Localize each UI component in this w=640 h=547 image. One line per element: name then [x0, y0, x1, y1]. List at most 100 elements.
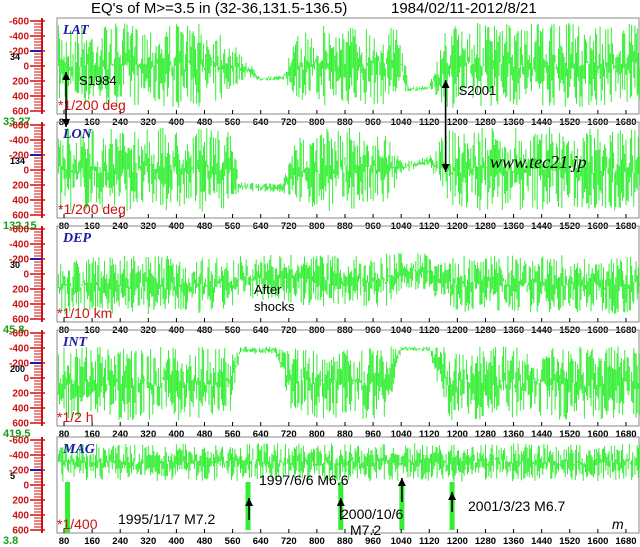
x-tick-label: 1120 — [419, 536, 440, 547]
event-label-2000-mag: M7.2 — [350, 522, 381, 538]
panel-label: MAG — [62, 442, 95, 457]
y-tick-label: -400 — [9, 32, 29, 43]
x-tick-label: 640 — [253, 536, 269, 547]
panel-mag: -600-400-2000200400600580 160 240 320 400 480… — [3, 436, 640, 547]
event-arrow-3-head-up — [448, 492, 457, 500]
y-tick-label: 200 — [12, 496, 29, 507]
scale-label: *1/10 km — [57, 305, 112, 321]
panel-label: DEP — [62, 231, 91, 246]
x-tick-label: 560 — [225, 536, 241, 547]
y-tick-label: 400 — [12, 300, 29, 311]
series-line-dep — [57, 252, 640, 315]
panel-dep: -600-400-20002004006003080 160 240 320 400 48… — [3, 225, 640, 336]
x-tick-label: 1680 — [615, 536, 636, 547]
event-label-2001: 2001/3/23 M6.7 — [468, 498, 566, 514]
x-tick-label: 1520 — [559, 536, 580, 547]
x-axis-ticks: 8016024032040048056064072080088096010401… — [59, 529, 637, 547]
y-tick-label: 0 — [23, 166, 29, 177]
x-tick-label: 880 — [337, 429, 353, 440]
event-arrow-2 — [397, 478, 406, 502]
panels: -600-400-2000200400600348016024032040048… — [3, 17, 640, 547]
reference-value: 134 — [10, 156, 25, 166]
x-axis-ticks: 8016024032040048056064072080088096010401… — [59, 318, 637, 336]
x-tick-label: 1600 — [587, 429, 608, 440]
x-tick-label: 320 — [140, 429, 156, 440]
series-line-lat — [57, 23, 640, 108]
reference-value: 34 — [10, 52, 20, 62]
x-tick-label: 400 — [168, 536, 184, 547]
x-axis-ticks: 8016024032040048056064072080088096010401… — [59, 214, 637, 232]
event-label-1997: 1997/6/6 M6.6 — [259, 472, 349, 488]
y-tick-label: 400 — [12, 196, 29, 207]
panel-label: LAT — [62, 23, 90, 38]
y-tick-label: -400 — [9, 451, 29, 462]
y-tick-label: 0 — [23, 374, 29, 385]
x-tick-label: 720 — [281, 536, 297, 547]
s1984-label: S1984 — [79, 73, 117, 88]
aftershocks-label-2: shocks — [254, 299, 295, 314]
x-tick-label: 160 — [84, 536, 100, 547]
y-tick-label: 200 — [12, 77, 29, 88]
event-arrow-3 — [448, 492, 457, 512]
x-tick-label: 80 — [59, 536, 70, 547]
x-tick-label: 1200 — [447, 429, 468, 440]
y-tick-label: 200 — [12, 285, 29, 296]
s2001-label: S2001 — [459, 83, 497, 98]
date-range: 1984/02/11-2012/8/21 — [391, 0, 537, 17]
x-tick-label: 480 — [197, 536, 213, 547]
x-tick-label: 720 — [281, 429, 297, 440]
x-tick-label: 400 — [168, 429, 184, 440]
x-tick-label: 1280 — [475, 536, 496, 547]
x-tick-label: 480 — [197, 429, 213, 440]
x-axis-ticks: 8016024032040048056064072080088096010401… — [59, 110, 637, 128]
panel-label: LON — [62, 127, 93, 142]
y-tick-label: 200 — [12, 389, 29, 400]
panel-lon: -600-400-200020040060013480 160 240 320 400 4… — [3, 121, 640, 232]
x-tick-label: 1680 — [615, 429, 636, 440]
x-tick-label: 800 — [309, 429, 325, 440]
scale-label: *1/400 — [57, 516, 98, 532]
series-line-int — [57, 346, 640, 420]
earthquake-timeseries-figure: EQ's of M>=3.5 in (32-36,131.5-136.5) 19… — [3, 0, 640, 547]
x-tick-label: 1520 — [559, 429, 580, 440]
y-tick-label: 0 — [23, 62, 29, 73]
y-tick-label: 400 — [12, 404, 29, 415]
x-tick-label: 1360 — [503, 429, 524, 440]
x-tick-label: 240 — [112, 536, 128, 547]
y-tick-label: -400 — [9, 240, 29, 251]
scale-label: *1/2 h — [57, 409, 94, 425]
x-tick-label: 960 — [365, 429, 381, 440]
series-line-mag — [57, 443, 640, 482]
y-tick-label: -600 — [9, 436, 29, 447]
x-tick-label: 160 — [84, 429, 100, 440]
y-tick-label: -600 — [9, 225, 29, 236]
x-tick-label: 1360 — [503, 536, 524, 547]
reference-value: 200 — [10, 364, 25, 374]
panel-label: INT — [62, 335, 89, 350]
y-tick-label: -600 — [9, 329, 29, 340]
y-tick-label: -400 — [9, 136, 29, 147]
event-arrow-2-head-up — [397, 478, 406, 486]
y-tick-label: -400 — [9, 344, 29, 355]
y-tick-label: 200 — [12, 181, 29, 192]
watermark: www.tec21.jp — [490, 152, 587, 172]
x-tick-label: 640 — [253, 429, 269, 440]
x-tick-label: 1440 — [531, 536, 552, 547]
x-tick-label: 1440 — [531, 429, 552, 440]
y-tick-label: 0 — [23, 481, 29, 492]
s2001-arrow-head-up — [441, 80, 450, 88]
x-tick-label: 800 — [309, 536, 325, 547]
scale-label: *1/200 deg — [58, 201, 126, 217]
x-tick-label: 1600 — [587, 536, 608, 547]
x-tick-label: 240 — [112, 429, 128, 440]
x-tick-label: 1280 — [475, 429, 496, 440]
y-tick-label: 400 — [12, 92, 29, 103]
x-tick-label: 1040 — [391, 536, 412, 547]
y-tick-label: -600 — [9, 17, 29, 28]
x-tick-label: 1200 — [447, 536, 468, 547]
chart-title: EQ's of M>=3.5 in (32-36,131.5-136.5) — [91, 0, 347, 17]
x-tick-label: 320 — [140, 536, 156, 547]
x-tick-label: 1120 — [419, 429, 440, 440]
x-axis-unit: m — [612, 516, 624, 532]
scale-label: *1/200 deg — [58, 97, 126, 113]
